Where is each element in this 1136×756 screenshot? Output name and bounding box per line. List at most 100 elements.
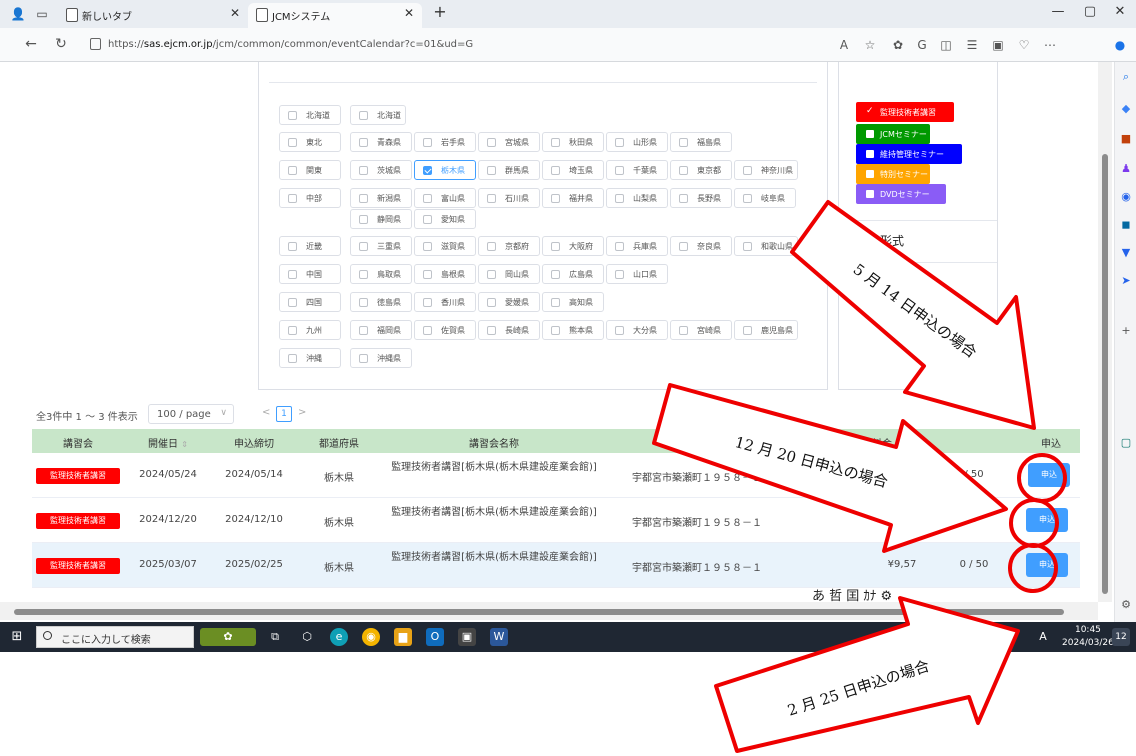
- prefecture-checkbox[interactable]: 青森県: [350, 132, 412, 152]
- prefecture-checkbox[interactable]: 宮城県: [478, 132, 540, 152]
- favorite-star-icon[interactable]: ☆: [862, 37, 878, 53]
- tools-icon[interactable]: ■: [1119, 132, 1133, 146]
- settings-icon[interactable]: ⚙: [1119, 598, 1133, 612]
- prefecture-checkbox[interactable]: 茨城県: [350, 160, 412, 180]
- edge-taskbar-icon[interactable]: e: [330, 628, 348, 646]
- new-tab-button[interactable]: +: [428, 2, 452, 21]
- vertical-scrollbar[interactable]: [1098, 62, 1112, 602]
- prefecture-checkbox[interactable]: 福岡県: [350, 320, 412, 340]
- outlook-taskbar-icon[interactable]: O: [426, 628, 444, 646]
- split-screen-icon[interactable]: ◫: [938, 37, 954, 53]
- apply-button[interactable]: 申込: [1026, 508, 1068, 532]
- prefecture-checkbox[interactable]: 新潟県: [350, 188, 412, 208]
- store-taskbar-icon[interactable]: ▣: [458, 628, 476, 646]
- notification-icon[interactable]: 12: [1112, 628, 1130, 646]
- extensions-icon[interactable]: ✿: [890, 37, 906, 53]
- prefecture-checkbox[interactable]: 福島県: [670, 132, 732, 152]
- region-checkbox[interactable]: 東北: [279, 132, 341, 152]
- region-checkbox[interactable]: 中部: [279, 188, 341, 208]
- prefecture-checkbox[interactable]: 宮崎県: [670, 320, 732, 340]
- prefecture-checkbox[interactable]: 東京都: [670, 160, 732, 180]
- prefecture-checkbox[interactable]: 愛知県: [414, 209, 476, 229]
- prefecture-checkbox[interactable]: 兵庫県: [606, 236, 668, 256]
- prefecture-checkbox[interactable]: 大分県: [606, 320, 668, 340]
- prefecture-checkbox[interactable]: 埼玉県: [542, 160, 604, 180]
- prefecture-checkbox[interactable]: 島根県: [414, 264, 476, 284]
- horizontal-scrollbar[interactable]: [0, 602, 1098, 620]
- prefecture-checkbox[interactable]: 岡山県: [478, 264, 540, 284]
- header-date[interactable]: 開催日 ⇕: [124, 435, 212, 450]
- outlook-icon[interactable]: ◼: [1119, 218, 1133, 232]
- collections-icon[interactable]: ▣: [990, 37, 1006, 53]
- apply-button[interactable]: 申込: [1026, 553, 1068, 577]
- prefecture-checkbox[interactable]: 長崎県: [478, 320, 540, 340]
- region-checkbox[interactable]: 中国: [279, 264, 341, 284]
- close-window-button[interactable]: ✕: [1108, 4, 1132, 19]
- legend-item[interactable]: 特別セミナー: [856, 164, 930, 184]
- close-icon[interactable]: ✕: [404, 6, 414, 20]
- prefecture-checkbox[interactable]: 鹿児島県: [734, 320, 798, 340]
- url-field[interactable]: https://sas.ejcm.or.jp/jcm/common/common…: [86, 35, 806, 55]
- copilot-icon[interactable]: ♡: [1016, 37, 1032, 53]
- prefecture-checkbox[interactable]: 秋田県: [542, 132, 604, 152]
- search-icon[interactable]: ⌕: [1119, 70, 1133, 84]
- region-checkbox[interactable]: 関東: [279, 160, 341, 180]
- prefecture-checkbox[interactable]: 大阪府: [542, 236, 604, 256]
- ime-mode-indicator[interactable]: A: [1034, 628, 1052, 646]
- sidebar-app-icon[interactable]: ▢: [1119, 436, 1133, 450]
- profile-icon[interactable]: 👤: [10, 6, 26, 22]
- chrome-taskbar-icon[interactable]: ◉: [362, 628, 380, 646]
- prefecture-checkbox[interactable]: 鳥取県: [350, 264, 412, 284]
- prefecture-checkbox[interactable]: 京都府: [478, 236, 540, 256]
- tab-new-tab[interactable]: 新しいタブ ✕: [58, 3, 248, 28]
- prefecture-checkbox[interactable]: 石川県: [478, 188, 540, 208]
- prefecture-checkbox[interactable]: 広島県: [542, 264, 604, 284]
- region-checkbox[interactable]: 沖縄: [279, 348, 341, 368]
- maximize-button[interactable]: ▢: [1078, 4, 1102, 19]
- prefecture-checkbox[interactable]: 山梨県: [606, 188, 668, 208]
- prefecture-checkbox[interactable]: 滋賀県: [414, 236, 476, 256]
- prefecture-checkbox[interactable]: 千葉県: [606, 160, 668, 180]
- prefecture-checkbox[interactable]: 和歌山県: [734, 236, 798, 256]
- region-checkbox[interactable]: 四国: [279, 292, 341, 312]
- workspaces-icon[interactable]: ▭: [34, 6, 50, 22]
- next-page-button[interactable]: >: [298, 407, 306, 418]
- prefecture-checkbox[interactable]: 栃木県: [414, 160, 476, 180]
- back-icon[interactable]: ←: [22, 36, 40, 52]
- prefecture-checkbox[interactable]: 富山県: [414, 188, 476, 208]
- games-icon[interactable]: ♟: [1119, 162, 1133, 176]
- browser-essentials-icon[interactable]: G: [914, 37, 930, 53]
- legend-item[interactable]: JCMセミナー: [856, 124, 930, 144]
- task-view-icon[interactable]: ⧉: [266, 628, 284, 646]
- prefecture-checkbox[interactable]: 三重県: [350, 236, 412, 256]
- prefecture-checkbox[interactable]: 福井県: [542, 188, 604, 208]
- prefecture-checkbox[interactable]: 岩手県: [414, 132, 476, 152]
- edge-copilot-icon[interactable]: ●: [1112, 37, 1128, 53]
- favorites-icon[interactable]: ☰: [964, 37, 980, 53]
- page-number[interactable]: 1: [276, 406, 292, 422]
- add-icon[interactable]: +: [1119, 324, 1133, 338]
- prefecture-checkbox[interactable]: 山口県: [606, 264, 668, 284]
- taskbar-search[interactable]: ここに入力して検索: [36, 626, 194, 648]
- page-size-select[interactable]: 100 / page ∨: [148, 404, 234, 424]
- scrollbar-thumb[interactable]: [1102, 154, 1108, 594]
- prefecture-checkbox[interactable]: 岐阜県: [734, 188, 796, 208]
- prefecture-checkbox[interactable]: 高知県: [542, 292, 604, 312]
- region-checkbox[interactable]: 北海道: [279, 105, 341, 125]
- legend-item[interactable]: ✓ 監理技術者講習: [856, 102, 954, 122]
- file-explorer-icon[interactable]: ▆: [394, 628, 412, 646]
- tab-jcm-system[interactable]: JCMシステム ✕: [248, 3, 422, 28]
- prefecture-checkbox[interactable]: 長野県: [670, 188, 732, 208]
- prefecture-checkbox[interactable]: 熊本県: [542, 320, 604, 340]
- prefecture-checkbox[interactable]: 佐賀県: [414, 320, 476, 340]
- windows-start-icon[interactable]: ⊞: [8, 628, 26, 646]
- prefecture-checkbox[interactable]: 奈良県: [670, 236, 732, 256]
- shopping-icon[interactable]: ◆: [1119, 102, 1133, 116]
- prefecture-checkbox[interactable]: 神奈川県: [734, 160, 798, 180]
- taskbar-clock[interactable]: 10:45 2024/03/26: [1062, 624, 1114, 650]
- legend-item[interactable]: 維持管理セミナー: [856, 144, 962, 164]
- copilot-taskbar-icon[interactable]: ⬡: [298, 628, 316, 646]
- refresh-icon[interactable]: ↻: [52, 36, 70, 52]
- send-icon[interactable]: ➤: [1119, 274, 1133, 288]
- prev-page-button[interactable]: <: [262, 407, 270, 418]
